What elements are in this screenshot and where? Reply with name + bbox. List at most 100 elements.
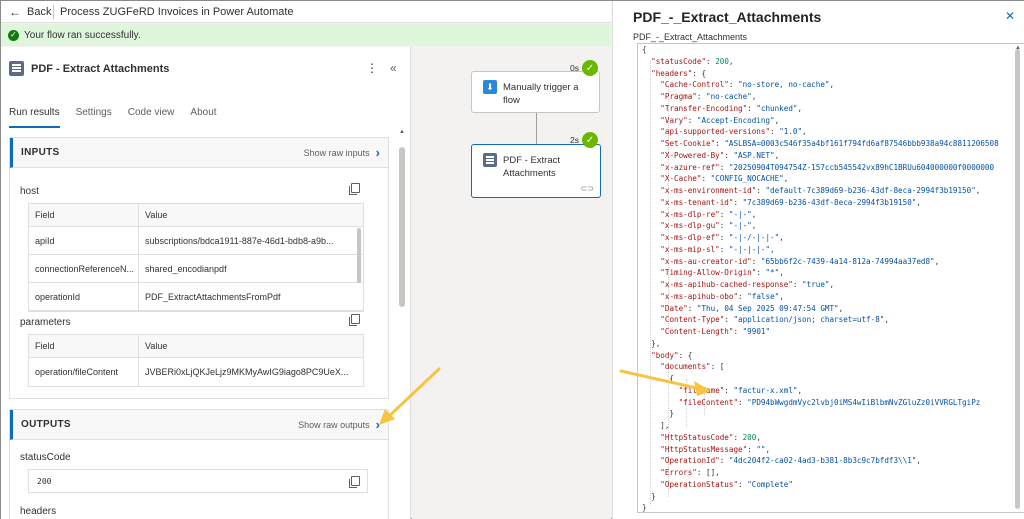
code-token: :: [733, 197, 743, 207]
panel-scrollbar[interactable]: ▲: [399, 127, 407, 517]
copy-icon[interactable]: [349, 314, 360, 326]
code-token: ,: [751, 209, 757, 219]
outputs-header[interactable]: OUTPUTS Show raw outputs ›: [10, 410, 388, 440]
show-raw-outputs-link[interactable]: Show raw outputs ›: [298, 417, 380, 432]
table-header-row: Field Value: [29, 335, 363, 358]
code-token: :: [719, 221, 729, 231]
code-token: :: [738, 397, 748, 407]
code-token: :: [733, 327, 743, 336]
code-token: "factur-x.xml": [733, 385, 798, 395]
code-token: :: [719, 244, 729, 254]
code-token: "Set-Cookie": [660, 139, 716, 148]
code-line: "api-supported-versions": "1.0",: [642, 126, 999, 138]
code-token: :: [719, 162, 729, 172]
field-cell: connectionReferenceN...: [29, 255, 139, 282]
field-header: Field: [29, 335, 139, 357]
code-token: "-|-/-|-|-": [728, 233, 780, 242]
code-token: ,: [829, 80, 835, 90]
code-token: "application/json; charset=utf-8": [733, 315, 885, 325]
code-token: :: [728, 80, 739, 90]
code-token: ,: [774, 150, 780, 160]
code-line: "x-ms-au-creator-id": "65bb6f2c-7439-4a1…: [642, 256, 999, 268]
code-token: :: [770, 127, 780, 137]
tab-code-view[interactable]: Code view: [128, 107, 175, 128]
scroll-up-icon[interactable]: ▲: [399, 129, 405, 135]
code-line: "Timing-Allow-Origin": "*",: [642, 267, 999, 279]
json-code-view[interactable]: { "statusCode": 200, "headers": { "Cache…: [637, 43, 1024, 513]
trigger-status-badge: 0s ✓: [570, 60, 598, 76]
code-token: ,: [751, 221, 757, 231]
code-token: "fileContent": [678, 397, 739, 407]
code-line: "fileContent": "PD94bWwgdmVyc2lvbj0iMS4w…: [642, 397, 999, 409]
code-line: {: [642, 44, 999, 56]
table-scrollbar[interactable]: [357, 228, 361, 283]
code-line: "Cache-Control": "no-store, no-cache",: [642, 79, 999, 91]
inputs-header[interactable]: INPUTS Show raw inputs ›: [10, 138, 388, 168]
tab-settings[interactable]: Settings: [76, 107, 112, 128]
code-line: "Pragma": "no-cache",: [642, 91, 999, 103]
action-title: PDF - Extract Attachments: [31, 62, 170, 75]
code-token: : {: [692, 68, 707, 78]
close-icon[interactable]: ✕: [1005, 9, 1015, 23]
connector-line: [536, 113, 537, 144]
code-line: "x-azure-ref": "20250904T094754Z-157ccb5…: [642, 162, 999, 174]
field-cell: operationId: [29, 283, 139, 310]
tab-about[interactable]: About: [190, 107, 216, 128]
code-line: "documents": [: [642, 361, 999, 373]
code-token: }: [642, 409, 675, 419]
value-cell: shared_encodianpdf: [145, 263, 227, 274]
code-token: ,: [779, 268, 784, 278]
trigger-card[interactable]: ⬇ Manually trigger a flow: [471, 71, 600, 113]
code-line: }: [642, 491, 999, 503]
chevron-right-icon: ›: [375, 145, 380, 160]
code-token: "statusCode": [651, 56, 707, 66]
code-token: "HttpStatusMessage": [660, 444, 748, 454]
code-line: "x-ms-tenant-id": "7c389d69-b236-43df-8e…: [642, 197, 999, 209]
code-token: ,: [975, 186, 981, 195]
code-token: "X-Powered-By": [660, 150, 725, 160]
status-code-text: 200: [37, 476, 52, 486]
top-bar: ← Back Process ZUGFeRD Invoices in Power…: [1, 1, 611, 23]
code-token: "OperationStatus": [660, 479, 739, 489]
scrollbar-thumb[interactable]: [399, 147, 405, 307]
copy-icon[interactable]: [349, 476, 360, 488]
code-token: :: [792, 280, 803, 289]
table-row: operationId PDF_ExtractAttachmentsFromPd…: [29, 283, 363, 311]
back-button[interactable]: ← Back: [1, 5, 53, 19]
action-card[interactable]: PDF - Extract Attachments ⊂⊃: [471, 144, 601, 198]
code-token: ,: [797, 103, 803, 113]
code-token: ,: [802, 127, 807, 137]
code-line: "x-ms-dlp-gu": "-|-",: [642, 220, 999, 232]
code-line: "Date": "Thu, 04 Sep 2025 09:47:54 GMT",: [642, 303, 999, 315]
divider: [53, 4, 54, 19]
code-scrollbar[interactable]: ▲: [1014, 45, 1022, 513]
code-token: "Content-Length": [660, 327, 734, 336]
code-token: ,: [779, 233, 784, 242]
back-arrow-icon: ←: [9, 4, 21, 19]
more-options-icon[interactable]: ⋮: [366, 61, 378, 75]
table-header-row: Field Value: [29, 204, 363, 227]
code-token: "PD94bWwgdmVyc2lvbj0iMS4wIiBlbmNvZGluZz0…: [747, 397, 981, 407]
pdf-action-icon: [9, 61, 24, 76]
copy-icon[interactable]: [349, 183, 360, 195]
show-raw-inputs-link[interactable]: Show raw inputs ›: [304, 145, 380, 160]
host-label: host: [20, 186, 39, 197]
code-token: "body": [651, 350, 679, 360]
code-token: :: [719, 456, 729, 466]
code-token: "x-ms-mip-sl": [660, 244, 720, 254]
collapse-panel-icon[interactable]: «: [390, 61, 397, 75]
code-token: "api-supported-versions": [660, 127, 771, 137]
tab-run-results[interactable]: Run results: [9, 107, 60, 128]
scrollbar-thumb[interactable]: [1015, 49, 1020, 509]
